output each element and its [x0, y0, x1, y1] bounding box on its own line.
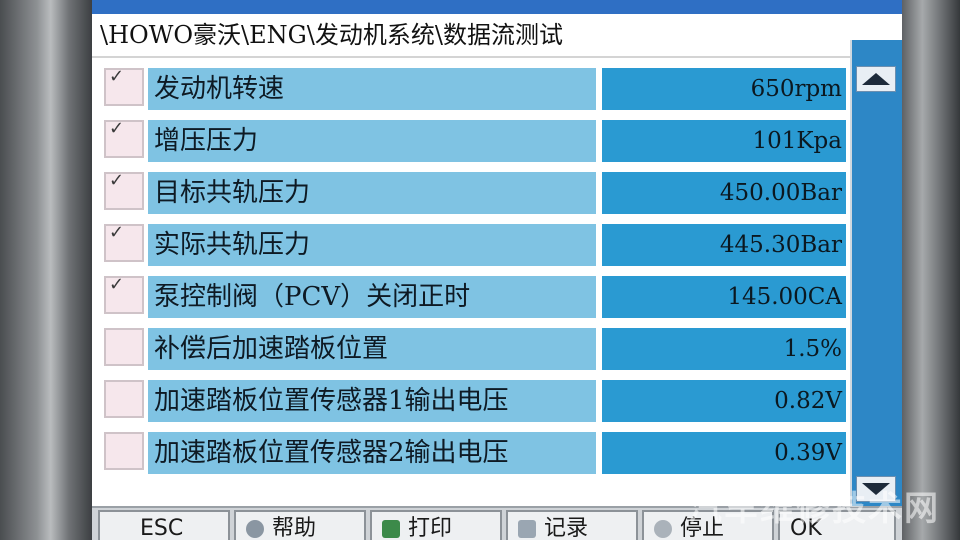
help-button[interactable]: 帮助	[234, 510, 366, 540]
list-item[interactable]: 加速踏板位置传感器2输出电压 0.39V	[102, 428, 848, 476]
parameter-name: 加速踏板位置传感器2输出电压	[148, 432, 596, 474]
diagnostic-screen: \HOWO豪沃\ENG\发动机系统\数据流测试 ✓ 发动机转速 650rpm ✓…	[92, 0, 902, 540]
stop-icon	[654, 520, 672, 538]
record-button-label: 记录	[544, 516, 589, 540]
parameter-value: 145.00CA	[602, 276, 846, 318]
parameter-value: 1.5%	[602, 328, 846, 370]
device-bezel-right	[902, 0, 960, 540]
help-icon	[246, 520, 264, 538]
esc-button-label: ESC	[140, 516, 184, 540]
parameter-name: 增压压力	[148, 120, 596, 162]
row-checkbox[interactable]	[104, 380, 144, 418]
list-item[interactable]: ✓ 实际共轨压力 445.30Bar	[102, 220, 848, 268]
row-checkbox[interactable]: ✓	[104, 274, 144, 314]
check-icon: ✓	[109, 170, 125, 191]
parameter-name: 泵控制阀（PCV）关闭正时	[148, 276, 596, 318]
row-checkbox[interactable]	[104, 432, 144, 470]
list-item[interactable]: ✓ 发动机转速 650rpm	[102, 64, 848, 112]
check-icon: ✓	[109, 274, 125, 295]
data-stream-list: ✓ 发动机转速 650rpm ✓ 增压压力 101Kpa ✓ 目标共轨压力 45…	[102, 64, 848, 480]
parameter-value: 445.30Bar	[602, 224, 846, 266]
print-button[interactable]: 打印	[370, 510, 502, 540]
print-button-label: 打印	[408, 516, 453, 540]
record-icon	[518, 520, 536, 538]
triangle-up-icon	[862, 73, 890, 85]
esc-button[interactable]: ESC	[98, 510, 230, 540]
device-bezel-left	[0, 0, 92, 540]
parameter-value: 0.39V	[602, 432, 846, 474]
breadcrumb: \HOWO豪沃\ENG\发动机系统\数据流测试	[92, 14, 860, 58]
scroll-up-button[interactable]	[856, 66, 896, 92]
parameter-name: 发动机转速	[148, 68, 596, 110]
list-item[interactable]: ✓ 目标共轨压力 450.00Bar	[102, 168, 848, 216]
scrollbar[interactable]	[850, 40, 902, 510]
parameter-value: 450.00Bar	[602, 172, 846, 214]
row-checkbox[interactable]: ✓	[104, 118, 144, 158]
parameter-name: 实际共轨压力	[148, 224, 596, 266]
list-item[interactable]: ✓ 增压压力 101Kpa	[102, 116, 848, 164]
list-item[interactable]: 补偿后加速踏板位置 1.5%	[102, 324, 848, 372]
parameter-name: 补偿后加速踏板位置	[148, 328, 596, 370]
print-icon	[382, 520, 400, 538]
row-checkbox[interactable]: ✓	[104, 222, 144, 262]
watermark: 汽车维修技术网	[688, 489, 940, 529]
check-icon: ✓	[109, 66, 125, 87]
row-checkbox[interactable]: ✓	[104, 170, 144, 210]
row-checkbox[interactable]: ✓	[104, 66, 144, 106]
record-button[interactable]: 记录	[506, 510, 638, 540]
parameter-name: 加速踏板位置传感器1输出电压	[148, 380, 596, 422]
row-checkbox[interactable]	[104, 328, 144, 366]
help-button-label: 帮助	[272, 516, 317, 540]
parameter-value: 650rpm	[602, 68, 846, 110]
parameter-name: 目标共轨压力	[148, 172, 596, 214]
check-icon: ✓	[109, 118, 125, 139]
list-item[interactable]: ✓ 泵控制阀（PCV）关闭正时 145.00CA	[102, 272, 848, 320]
parameter-value: 0.82V	[602, 380, 846, 422]
list-item[interactable]: 加速踏板位置传感器1输出电压 0.82V	[102, 376, 848, 424]
title-bar	[92, 0, 902, 14]
check-icon: ✓	[109, 222, 125, 243]
parameter-value: 101Kpa	[602, 120, 846, 162]
